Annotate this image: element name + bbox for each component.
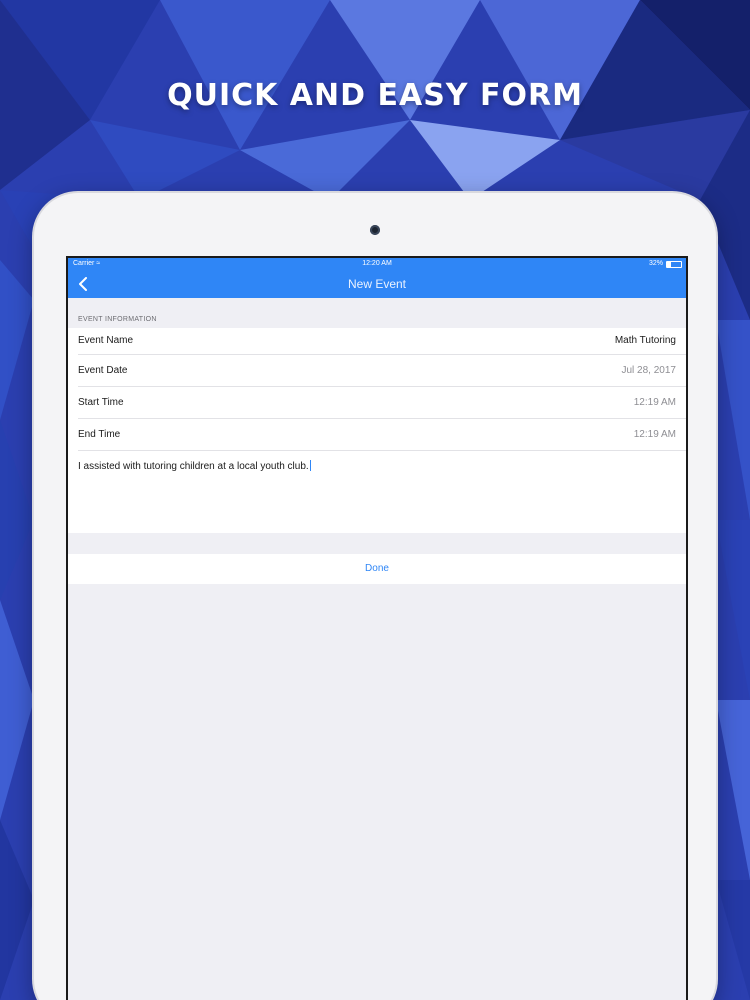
- done-button[interactable]: Done: [68, 554, 686, 584]
- battery-percent: 32%: [648, 260, 663, 267]
- end-time-row[interactable]: End Time 12:19 AM: [78, 419, 686, 451]
- start-time-row[interactable]: Start Time 12:19 AM: [78, 387, 686, 419]
- end-time-label: End Time: [78, 429, 121, 440]
- app-header: Carrier ≈ 12:20 AM 32% New Event: [68, 258, 686, 298]
- headline: QUICK AND EASY FORM: [167, 78, 583, 113]
- end-time-value[interactable]: 12:19 AM: [634, 419, 676, 450]
- event-date-label: Event Date: [78, 365, 128, 376]
- event-name-value[interactable]: Math Tutoring: [615, 328, 676, 354]
- battery-fill: [667, 261, 672, 267]
- event-name-label: Event Name: [78, 335, 134, 346]
- notes-text: I assisted with tutoring children at a l…: [78, 461, 309, 472]
- status-bar: Carrier ≈ 12:20 AM 32%: [68, 258, 686, 270]
- page-title: New Event: [347, 277, 407, 291]
- ipad-frame: Carrier ≈ 12:20 AM 32% New Event EVENT I…: [34, 193, 716, 1000]
- section-header: EVENT INFORMATION: [78, 316, 157, 323]
- status-time: 12:20 AM: [362, 260, 392, 267]
- text-cursor: [309, 460, 311, 471]
- app-screen: Carrier ≈ 12:20 AM 32% New Event EVENT I…: [66, 256, 688, 1000]
- event-form: Event Name Math Tutoring Event Date Jul …: [68, 328, 686, 533]
- navigation-bar: New Event: [68, 270, 686, 298]
- app-store-screenshot: QUICK AND EASY FORM Carrier ≈ 12:20 AM 3…: [0, 0, 750, 1000]
- notes-textarea[interactable]: I assisted with tutoring children at a l…: [68, 451, 686, 533]
- event-date-value[interactable]: Jul 28, 2017: [622, 355, 677, 386]
- event-name-row[interactable]: Event Name Math Tutoring: [78, 328, 686, 355]
- start-time-label: Start Time: [78, 397, 124, 408]
- battery-status: 32%: [649, 258, 682, 270]
- start-time-value[interactable]: 12:19 AM: [634, 387, 676, 418]
- event-date-row[interactable]: Event Date Jul 28, 2017: [78, 355, 686, 387]
- camera-dot: [370, 225, 380, 235]
- battery-icon: [666, 260, 682, 268]
